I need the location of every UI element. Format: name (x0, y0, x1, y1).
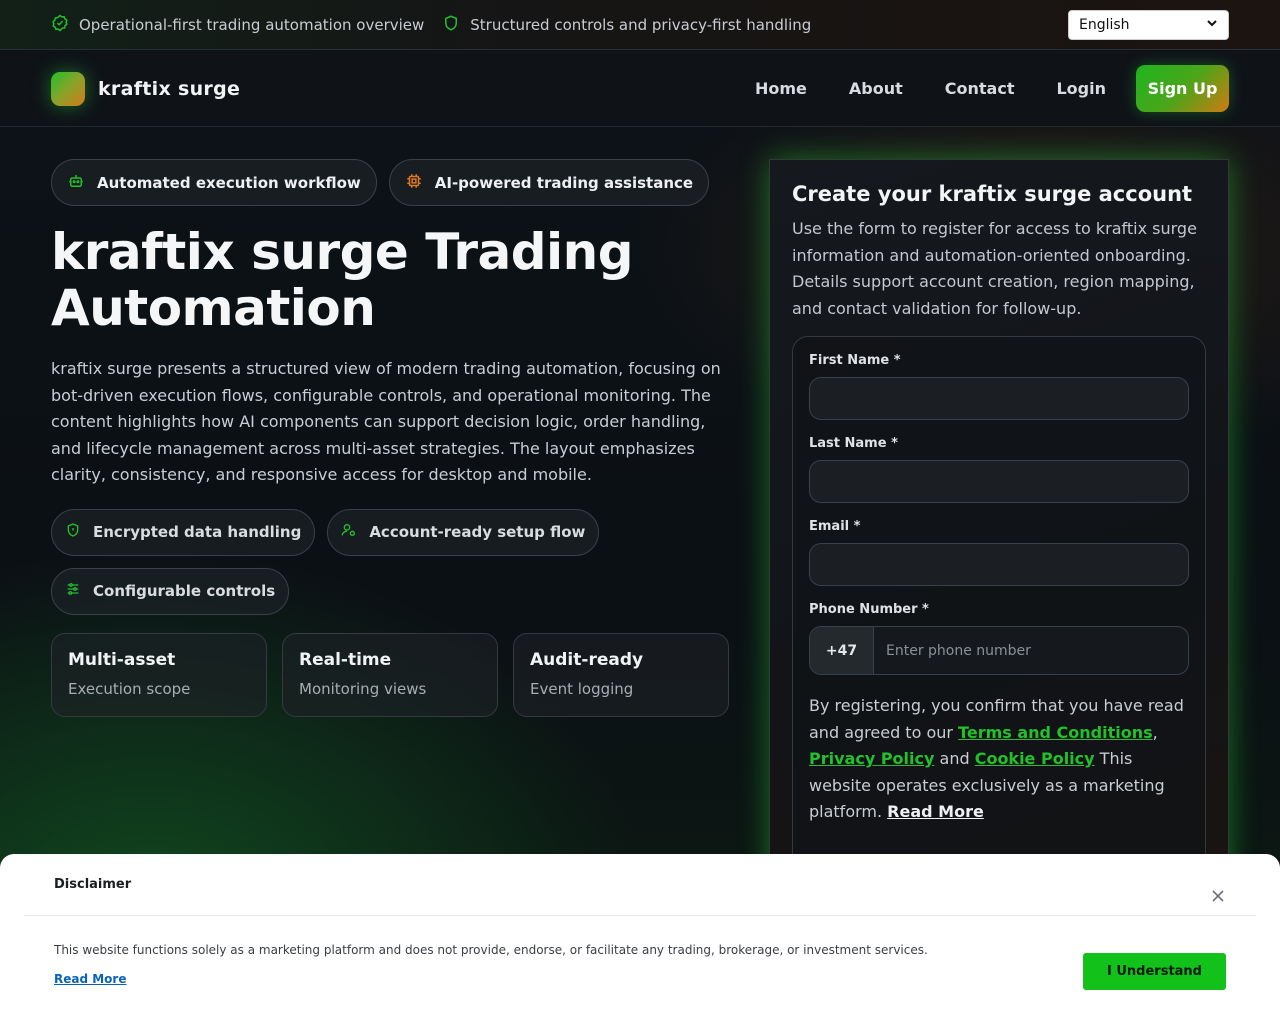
phone-input[interactable]: Enter phone number (874, 627, 1031, 674)
consent-text: By registering, you confirm that you hav… (809, 693, 1189, 826)
topbar-item-text: Structured controls and privacy-first ha… (470, 15, 812, 34)
signup-card: Create your kraftix surge account Use th… (769, 159, 1229, 899)
signup-form: First Name * Last Name * Email * Phone N… (792, 336, 1206, 896)
email-field[interactable] (809, 543, 1189, 586)
cpu-chip-icon (405, 172, 423, 194)
cookie-link[interactable]: Cookie Policy (975, 749, 1095, 768)
disclaimer-read-more-link[interactable]: Read More (54, 972, 127, 986)
stat-subtitle: Execution scope (68, 679, 191, 698)
badge-automated-execution: Automated execution workflow (51, 159, 377, 206)
feature-account-setup: Account-ready setup flow (327, 508, 600, 556)
country-code-select[interactable]: +47 (810, 627, 874, 674)
topbar-item-controls: Structured controls and privacy-first ha… (442, 14, 811, 36)
robot-icon (67, 172, 85, 194)
first-name-label: First Name * (809, 353, 901, 368)
signup-intro: Use the form to register for access to k… (792, 219, 1197, 318)
disclaimer-title: Disclaimer (54, 877, 132, 892)
i-understand-button[interactable]: I Understand (1083, 953, 1226, 990)
feature-label: Configurable controls (93, 582, 276, 600)
badge-label: AI-powered trading assistance (434, 173, 694, 192)
feature-configurable-controls: Configurable controls (51, 567, 290, 615)
first-name-field[interactable] (809, 377, 1189, 420)
nav-link-about[interactable]: About (849, 79, 903, 98)
disclaimer-message: This website functions solely as a marke… (54, 943, 928, 957)
hero-section: Automated execution workflow AI-powered … (51, 159, 731, 717)
stat-title: Audit-ready (530, 649, 644, 670)
feature-encrypted-data: Encrypted data handling (51, 508, 316, 556)
badge-ai-assistance: AI-powered trading assistance (388, 159, 710, 206)
privacy-link[interactable]: Privacy Policy (809, 749, 934, 768)
nav-links: Home About Contact Login Sign Up (713, 65, 1229, 112)
close-icon[interactable] (1210, 888, 1226, 904)
language-select[interactable]: English (1068, 10, 1229, 40)
stat-subtitle: Monitoring views (299, 679, 427, 698)
badge-label: Automated execution workflow (97, 173, 361, 192)
check-badge-icon (51, 14, 69, 36)
hero-badges: Automated execution workflow AI-powered … (51, 159, 731, 206)
sliders-icon (65, 581, 81, 601)
shield-icon (65, 522, 81, 542)
stat-cards: Multi-asset Execution scope Real-time Mo… (51, 632, 731, 717)
stat-card-multi-asset: Multi-asset Execution scope (51, 632, 267, 717)
stat-title: Multi-asset (68, 649, 176, 670)
brand-name[interactable]: kraftix surge (98, 78, 240, 100)
feature-label: Encrypted data handling (93, 523, 302, 541)
nav-link-login[interactable]: Login (1056, 79, 1106, 98)
stat-card-audit-ready: Audit-ready Event logging (513, 632, 729, 717)
stat-title: Real-time (299, 649, 392, 670)
language-select-value: English (1079, 17, 1130, 33)
main-nav: kraftix surge Home About Contact Login S… (0, 51, 1280, 127)
phone-field-group: +47 Enter phone number (809, 626, 1189, 675)
stat-subtitle: Event logging (530, 679, 634, 698)
consent-comma: , (1152, 722, 1158, 742)
last-name-label: Last Name * (809, 436, 898, 451)
last-name-field[interactable] (809, 460, 1189, 503)
user-gear-icon (341, 522, 357, 542)
nav-link-contact[interactable]: Contact (945, 79, 1015, 98)
page-title: kraftix surge Trading Automation (51, 223, 634, 337)
disclaimer-banner: Disclaimer This website functions solely… (0, 854, 1280, 1024)
nav-link-home[interactable]: Home (755, 79, 807, 98)
chevron-down-icon (1206, 17, 1218, 33)
shield-icon (442, 14, 460, 36)
brand-logo[interactable] (51, 71, 85, 106)
signup-button[interactable]: Sign Up (1136, 65, 1229, 112)
top-info-bar: Operational-first trading automation ove… (0, 0, 1280, 50)
stat-card-real-time: Real-time Monitoring views (282, 632, 498, 717)
topbar-item-text: Operational-first trading automation ove… (79, 15, 425, 34)
feature-chips: Encrypted data handling Account-ready se… (51, 508, 611, 615)
topbar-item-overview: Operational-first trading automation ove… (51, 14, 424, 36)
feature-label: Account-ready setup flow (369, 523, 586, 541)
disclaimer-header: Disclaimer (24, 854, 1256, 916)
email-label: Email * (809, 519, 861, 534)
phone-label: Phone Number * (809, 602, 929, 617)
consent-and: and (934, 749, 975, 768)
signup-heading: Create your kraftix surge account (792, 182, 1193, 206)
read-more-link[interactable]: Read More (887, 802, 984, 821)
terms-link[interactable]: Terms and Conditions (958, 723, 1153, 742)
hero-description: kraftix surge presents a structured view… (51, 359, 721, 484)
